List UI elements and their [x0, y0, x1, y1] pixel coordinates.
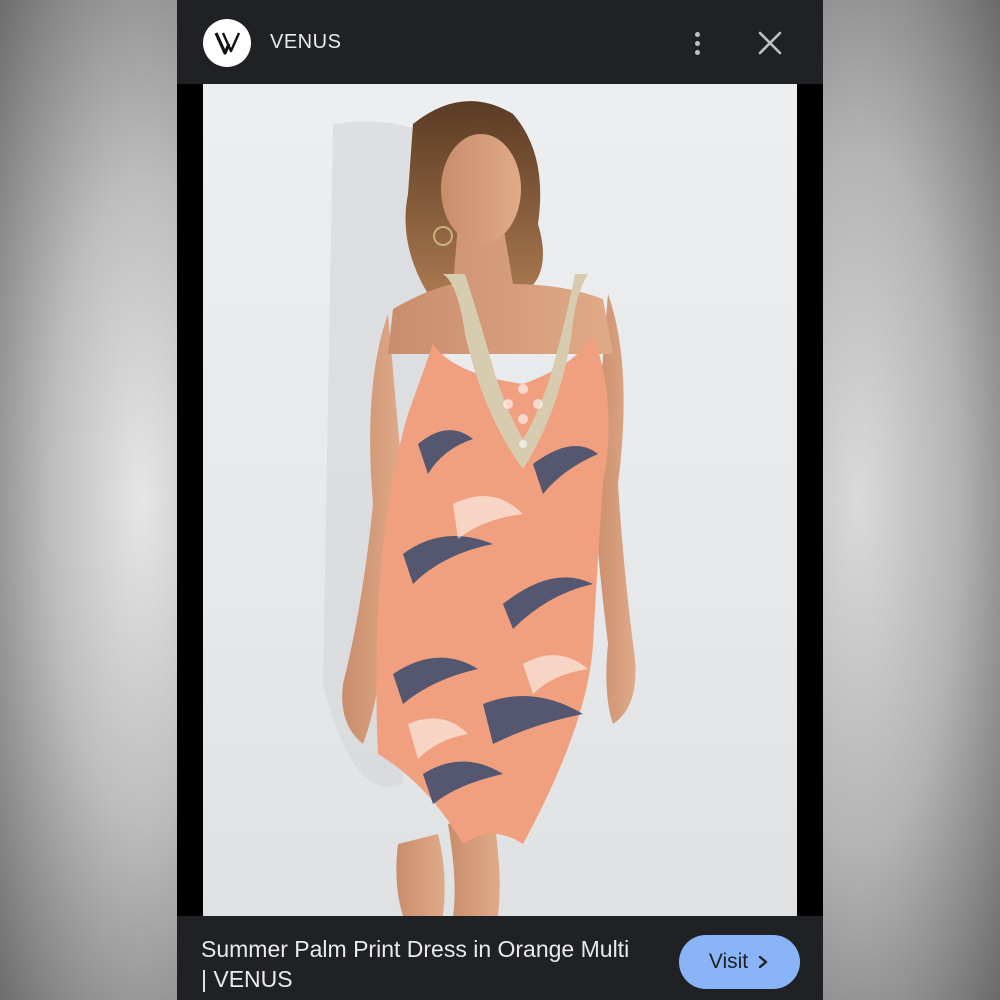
chevron-right-icon: [758, 955, 768, 969]
site-name[interactable]: VENUS: [270, 31, 341, 54]
preview-footer: Summer Palm Print Dress in Orange Multi …: [177, 916, 823, 1000]
more-vertical-icon[interactable]: [682, 28, 712, 58]
menu-dot: [694, 49, 700, 55]
background-right-blur: [823, 0, 1000, 1000]
image-preview-sheet: VENUS Summer Palm Print Dress in Orange …: [177, 0, 823, 1000]
background-left-blur: [0, 0, 177, 1000]
preview-header: VENUS: [177, 0, 823, 84]
venus-logo-icon[interactable]: [203, 19, 251, 67]
image-area: [177, 84, 823, 916]
visit-label: Visit: [708, 950, 749, 973]
close-glyph: [758, 31, 782, 55]
venus-logo-glyph: [214, 32, 241, 55]
product-photo[interactable]: [203, 84, 797, 916]
dress-illustration: [323, 101, 636, 916]
menu-dot: [694, 40, 700, 46]
close-icon[interactable]: [755, 28, 785, 58]
product-title-link[interactable]: Summer Palm Print Dress in Orange Multi …: [201, 934, 631, 994]
visit-button[interactable]: Visit: [679, 935, 800, 989]
menu-dot: [694, 31, 700, 37]
